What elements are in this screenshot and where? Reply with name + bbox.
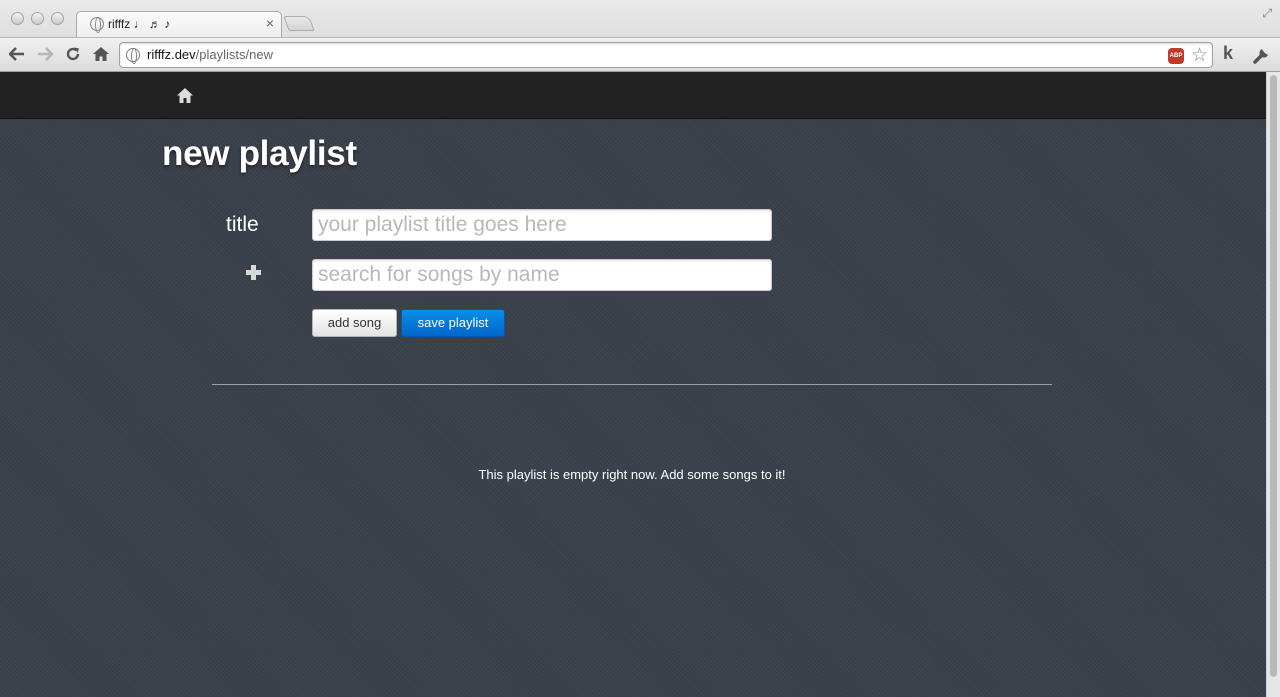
wrench-icon[interactable] bbox=[1252, 45, 1272, 65]
tab-favicon-globe-icon bbox=[90, 17, 104, 31]
address-bar[interactable]: rifffz.dev/playlists/new ABP ☆ bbox=[119, 42, 1213, 68]
tab-rifffz[interactable]: rifffz ♩ ♬ ♪ × bbox=[76, 11, 282, 37]
back-arrow-icon[interactable] bbox=[6, 43, 28, 65]
tab-title: rifffz ♩ ♬ ♪ bbox=[108, 17, 171, 31]
playlist-title-input[interactable] bbox=[312, 209, 772, 241]
new-tab-button[interactable] bbox=[283, 16, 315, 31]
forward-arrow-icon[interactable] bbox=[34, 43, 56, 65]
fullscreen-icon[interactable]: ⤢ bbox=[1262, 6, 1272, 21]
url-host: rifffz.dev bbox=[147, 47, 196, 62]
add-song-button[interactable]: add song bbox=[312, 309, 397, 337]
tab-strip: rifffz ♩ ♬ ♪ × ⤢ bbox=[0, 0, 1280, 37]
minimize-window-button[interactable] bbox=[31, 12, 44, 25]
close-window-button[interactable] bbox=[11, 12, 24, 25]
adblock-icon[interactable]: ABP bbox=[1168, 48, 1184, 64]
save-playlist-button[interactable]: save playlist bbox=[401, 309, 505, 337]
browser-home-icon[interactable] bbox=[90, 43, 112, 65]
top-navbar bbox=[0, 72, 1266, 119]
scrollbar-thumb[interactable] bbox=[1270, 75, 1277, 677]
browser-toolbar: rifffz.dev/playlists/new ABP ☆ k bbox=[0, 37, 1280, 72]
star-icon[interactable]: ☆ bbox=[1191, 44, 1208, 67]
tab-close-icon[interactable]: × bbox=[266, 15, 274, 31]
page-title: new playlist bbox=[162, 134, 357, 173]
section-divider bbox=[212, 384, 1052, 385]
home-icon[interactable] bbox=[176, 87, 194, 105]
browser-window: rifffz ♩ ♬ ♪ × ⤢ rifffz.dev/playlists/ne… bbox=[0, 0, 1280, 72]
title-label: title bbox=[226, 213, 259, 236]
extension-k-button[interactable]: k bbox=[1223, 43, 1233, 64]
zoom-window-button[interactable] bbox=[51, 12, 64, 25]
url-text: rifffz.dev/playlists/new bbox=[147, 47, 273, 62]
plus-icon bbox=[246, 265, 262, 281]
url-path: /playlists/new bbox=[195, 47, 273, 62]
reload-icon[interactable] bbox=[62, 43, 84, 65]
page-globe-icon bbox=[126, 48, 140, 64]
empty-playlist-message: This playlist is empty right now. Add so… bbox=[478, 467, 786, 482]
page-viewport: new playlist title add song save playlis… bbox=[0, 72, 1280, 697]
page-scrollbar[interactable] bbox=[1266, 72, 1280, 697]
song-search-input[interactable] bbox=[312, 259, 772, 291]
